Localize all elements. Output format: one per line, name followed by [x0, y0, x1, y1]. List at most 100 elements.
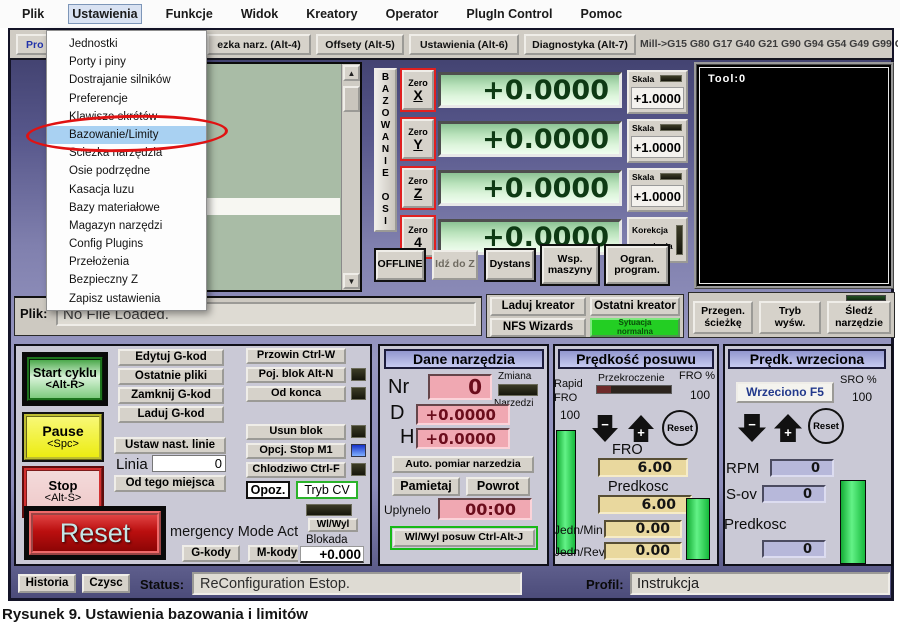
gcodes-list-button[interactable]: G-kody	[182, 545, 240, 562]
feed-speed-dro[interactable]: 6.00	[598, 495, 692, 514]
toolpath-display[interactable]: Tool:0	[694, 62, 894, 289]
menu-item-klawisze-skrotow[interactable]: Klawisze skrótów	[47, 108, 206, 126]
edit-gcode-button[interactable]: Edytuj G-kod	[118, 349, 224, 366]
display-mode-button[interactable]: Tryb wyśw.	[759, 301, 821, 334]
menu-item-zapisz-ustawienia[interactable]: Zapisz ustawienia	[47, 290, 206, 308]
zero-x-label: Zero	[408, 77, 428, 88]
zero-x-button[interactable]: Zero X	[402, 70, 434, 110]
zero-y-button[interactable]: Zero Y	[402, 119, 434, 159]
menu-item-dostrajanie-silnikow[interactable]: Dostrajanie silników	[47, 71, 206, 89]
interlock-group: Wl/Wyl Blokada +0.000	[298, 502, 368, 564]
reverse-run-led	[351, 387, 366, 400]
load-wizard-button[interactable]: Laduj kreator	[490, 297, 586, 316]
optional-stop-button[interactable]: Opcj. Stop M1	[246, 443, 346, 459]
cycle-start-button[interactable]: Start cyklu <Alt-R>	[27, 357, 103, 401]
rewind-button[interactable]: Przowin Ctrl-W	[246, 348, 346, 364]
run-from-here-button[interactable]: Od tego miejsca	[114, 475, 226, 492]
interlock-value[interactable]: +0.000	[300, 546, 364, 563]
set-next-line-button[interactable]: Ustaw nast. linie	[114, 437, 226, 454]
menu-item-config-plugins[interactable]: Config Plugins	[47, 235, 206, 253]
menu-item-bazowanie-limity[interactable]: Bazowanie/Limity	[47, 125, 206, 145]
menu-operator[interactable]: Operator	[382, 4, 443, 24]
menu-pomoc[interactable]: Pomoc	[577, 4, 627, 24]
dro-z[interactable]: +0.0000	[438, 170, 622, 206]
return-position-button[interactable]: Powrot	[466, 477, 530, 496]
menu-item-przelozenia[interactable]: Przełożenia	[47, 253, 206, 271]
gcode-scrollbar[interactable]: ▲ ▼	[341, 64, 360, 290]
menu-item-jednostki[interactable]: Jednostki	[47, 35, 206, 53]
menu-widok[interactable]: Widok	[237, 4, 282, 24]
scale-x-value[interactable]: +1.0000	[631, 87, 684, 109]
history-button[interactable]: Historia	[18, 574, 76, 593]
feed-speed-label: Predkosc	[608, 479, 669, 495]
menu-ustawienia[interactable]: Ustawienia	[68, 4, 142, 24]
spindle-speed-dro[interactable]: 0	[762, 540, 826, 558]
menu-kreatory[interactable]: Kreatory	[302, 4, 361, 24]
tab-offsets[interactable]: Offsety (Alt-5)	[316, 34, 404, 55]
remember-position-button[interactable]: Pamietaj	[392, 477, 460, 496]
dro-y[interactable]: +0.0000	[438, 121, 622, 157]
scale-y-value[interactable]: +1.0000	[631, 136, 684, 158]
feed-override-bar	[596, 385, 672, 394]
menu-funkcje[interactable]: Funkcje	[162, 4, 217, 24]
zero-z-label: Zero	[408, 175, 428, 186]
tab-settings[interactable]: Ustawienia (Alt-6)	[409, 34, 519, 55]
goto-z-button[interactable]: Idź do Z	[432, 250, 478, 280]
scale-z-value[interactable]: +1.0000	[631, 185, 684, 207]
menu-item-bazy-materialowe[interactable]: Bazy materiałowe	[47, 199, 206, 217]
tab-diagnostics[interactable]: Diagnostyka (Alt-7)	[524, 34, 636, 55]
follow-tool-button[interactable]: Śledź narzędzie	[827, 301, 891, 334]
menu-item-preferencje[interactable]: Preferencje	[47, 90, 206, 108]
tab-toolpath[interactable]: ezka narz. (Alt-4)	[207, 34, 311, 55]
menu-item-bezpieczny-z[interactable]: Bezpieczny Z	[47, 271, 206, 289]
reverse-run-button[interactable]: Od konca	[246, 386, 346, 402]
regenerate-toolpath-button[interactable]: Przegen. ścieżkę	[693, 301, 753, 334]
feed-reset-button[interactable]: Reset	[662, 410, 698, 446]
elapsed-time-dro: 00:00	[438, 498, 532, 520]
coolant-button[interactable]: Chlodziwo Ctrl-F	[246, 462, 346, 478]
scroll-down-icon[interactable]: ▼	[343, 273, 360, 289]
menu-plik[interactable]: Plik	[18, 4, 48, 24]
tool-number-dro[interactable]: 0	[428, 374, 492, 400]
menu-item-osie-podrzedne[interactable]: Osie podrzędne	[47, 162, 206, 180]
menu-item-sciezka-narzedzia[interactable]: Sciezka narzędzia	[47, 144, 206, 162]
distance-mode-button[interactable]: Dystans	[486, 250, 534, 280]
dro-x[interactable]: +0.0000	[438, 72, 622, 108]
interlock-toggle-button[interactable]: Wl/Wyl	[308, 518, 358, 532]
reset-frame: Reset	[24, 506, 166, 560]
soft-limits-button[interactable]: Ogran. program.	[606, 246, 668, 284]
machine-coords-button[interactable]: Wsp. maszyny	[542, 246, 598, 284]
nfs-wizards-button[interactable]: NFS Wizards	[490, 318, 586, 337]
close-gcode-button[interactable]: Zamknij G-kod	[118, 387, 224, 404]
cv-mode-indicator[interactable]: Tryb CV	[296, 481, 358, 499]
pause-button[interactable]: Pause <Spc>	[24, 414, 102, 460]
scroll-up-icon[interactable]: ▲	[343, 65, 360, 81]
ref-all-axes-button[interactable]: BAZOWANIE OSI	[374, 68, 397, 232]
menu-plugin-control[interactable]: PlugIn Control	[462, 4, 556, 24]
auto-tool-measure-button[interactable]: Auto. pomiar narzedzia	[392, 456, 534, 473]
delete-block-button[interactable]: Usun blok	[246, 424, 346, 440]
clear-status-button[interactable]: Czysc	[82, 574, 130, 593]
fro-percent-label: FRO %	[679, 370, 716, 382]
spindle-reset-button[interactable]: Reset	[808, 408, 844, 444]
zero-z-button[interactable]: Zero Z	[402, 168, 434, 208]
last-wizard-button[interactable]: Ostatni kreator	[590, 297, 680, 316]
feed-toggle-button[interactable]: Wl/Wyl posuw Ctrl-Alt-J	[393, 529, 535, 547]
menu-item-magazyn-narzedzi[interactable]: Magazyn narzędzi	[47, 217, 206, 235]
radius-correction-led	[676, 225, 683, 255]
recent-files-button[interactable]: Ostatnie pliki	[118, 368, 224, 385]
reset-button[interactable]: Reset	[29, 511, 161, 555]
dwell-indicator[interactable]: Opoz.	[246, 481, 290, 499]
load-gcode-button[interactable]: Laduj G-kod	[118, 406, 224, 423]
tool-d-dro[interactable]: +0.0000	[416, 404, 510, 425]
single-block-button[interactable]: Poj. blok Alt-N	[246, 367, 346, 383]
scroll-thumb[interactable]	[343, 86, 360, 112]
fro-dro[interactable]: 6.00	[598, 458, 688, 477]
spindle-toggle-button[interactable]: Wrzeciono F5	[736, 382, 834, 403]
line-number-field[interactable]: 0	[152, 455, 226, 472]
status-ok-button[interactable]: Sytuacja normalna	[590, 318, 680, 337]
offline-button[interactable]: OFFLINE	[376, 250, 424, 280]
tool-h-dro[interactable]: +0.0000	[416, 428, 510, 449]
menu-item-porty-i-piny[interactable]: Porty i piny	[47, 53, 206, 71]
menu-item-kasacja-luzu[interactable]: Kasacja luzu	[47, 181, 206, 199]
